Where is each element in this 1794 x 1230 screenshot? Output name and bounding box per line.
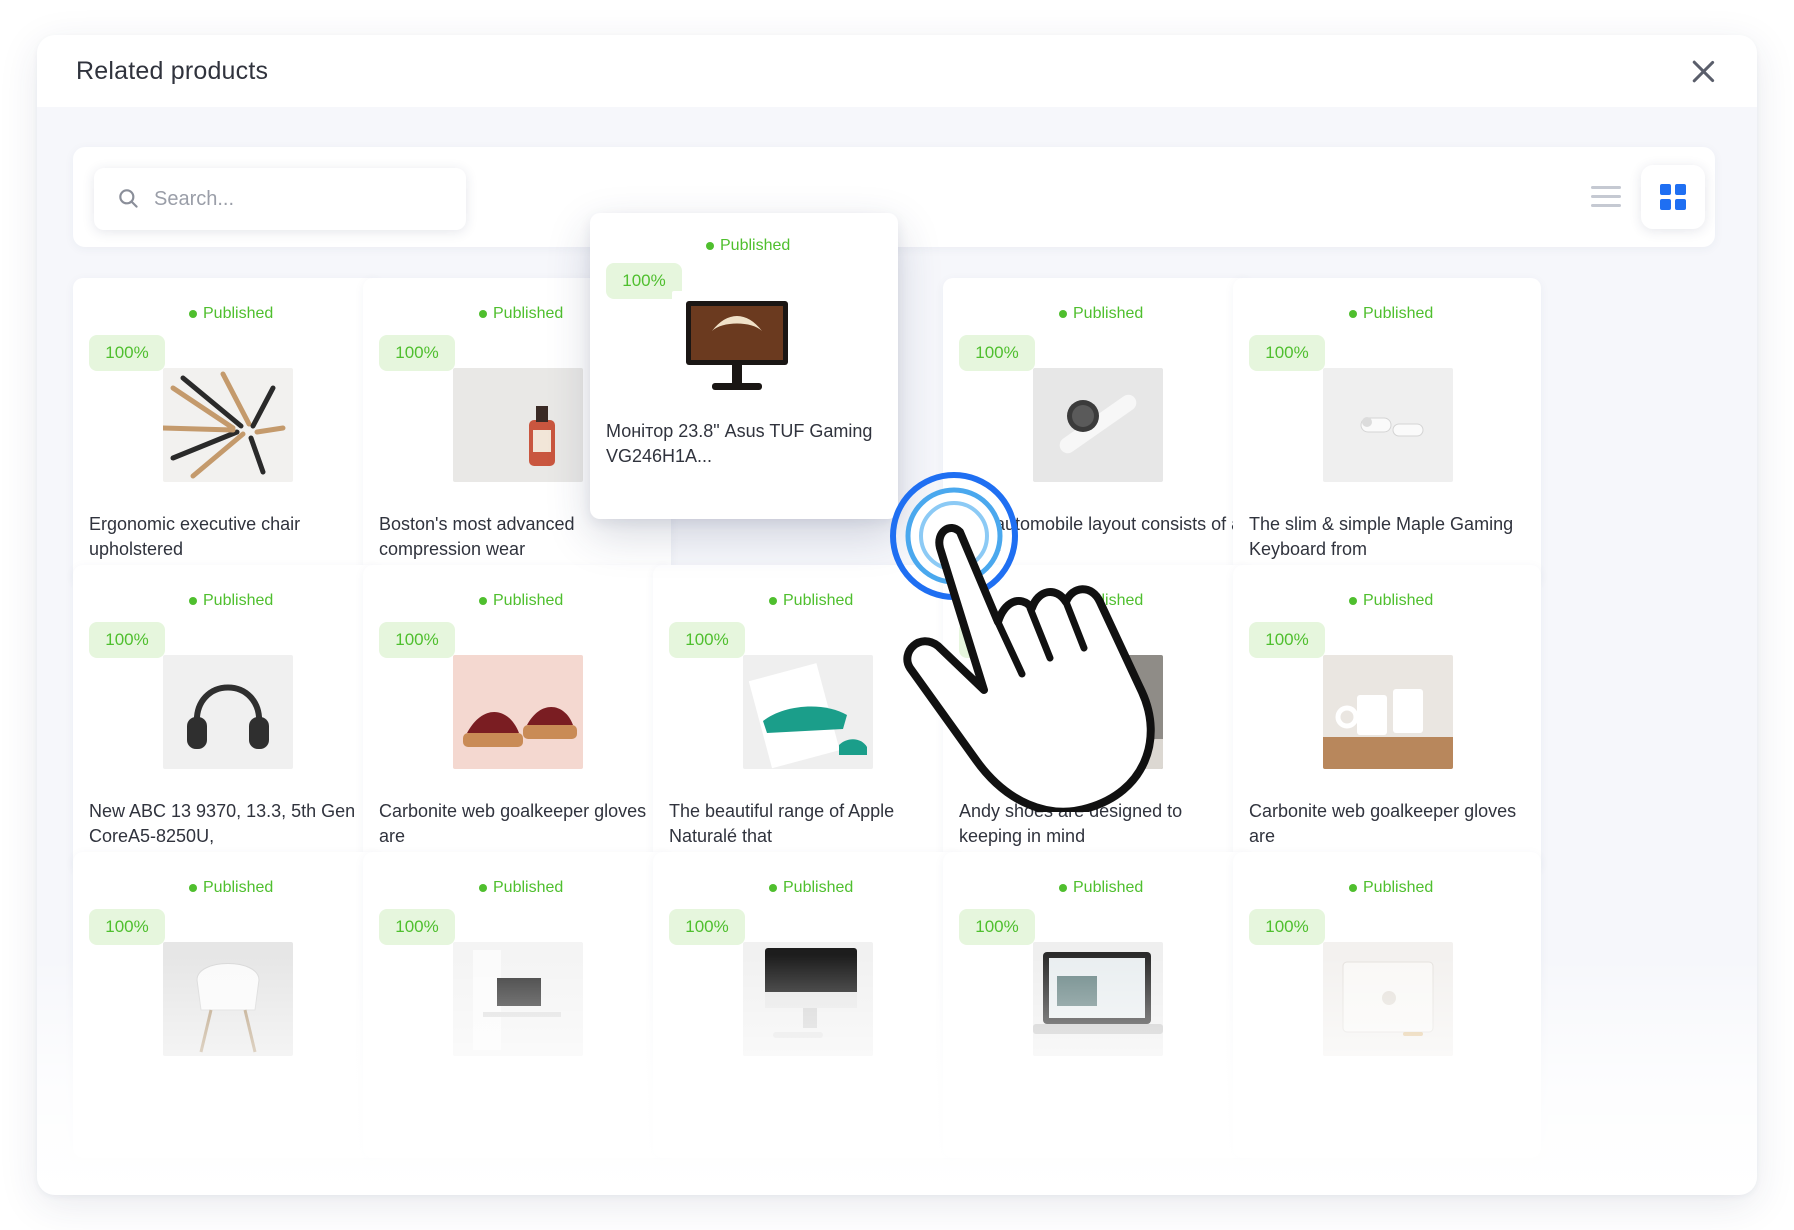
product-image xyxy=(1033,942,1163,1056)
product-card[interactable]: Published 100% xyxy=(363,852,671,1158)
status-dot xyxy=(769,597,777,605)
status-published: Published xyxy=(769,879,853,897)
status-published: Published xyxy=(479,592,563,610)
product-image xyxy=(1323,942,1453,1056)
status-published: Published xyxy=(189,305,273,323)
status-dot xyxy=(1059,310,1067,318)
status-dot xyxy=(479,884,487,892)
hand-pointer-icon xyxy=(890,472,1155,812)
status-published: Published xyxy=(1349,879,1433,897)
completion-badge: 100% xyxy=(89,335,165,371)
product-image xyxy=(163,368,293,482)
status-dot xyxy=(189,884,197,892)
completion-badge: 100% xyxy=(89,909,165,945)
completion-badge: 100% xyxy=(669,622,745,658)
product-title: Монітор 23.8" Asus TUF Gaming VG246H1A..… xyxy=(606,421,873,466)
status-published: Published xyxy=(189,592,273,610)
product-title: Carbonite web goalkeeper gloves are xyxy=(379,801,647,846)
product-image xyxy=(163,655,293,769)
product-title: Boston's most advanced compression wear xyxy=(379,514,575,559)
product-image xyxy=(1323,368,1453,482)
status-label: Published xyxy=(493,879,564,896)
status-published: Published xyxy=(1349,305,1433,323)
status-published: Published xyxy=(1059,879,1143,897)
product-image xyxy=(453,655,583,769)
product-card[interactable]: Published 100% xyxy=(1233,852,1541,1158)
product-title: Carbonite web goalkeeper gloves are xyxy=(1249,801,1517,846)
product-card[interactable]: Published 100% xyxy=(653,852,961,1158)
status-published: Published xyxy=(1059,305,1143,323)
status-published: Published xyxy=(1349,592,1433,610)
status-dot xyxy=(1349,310,1357,318)
status-published: Published xyxy=(479,879,563,897)
product-image xyxy=(453,368,583,482)
status-dot xyxy=(1059,884,1067,892)
status-dot xyxy=(1349,884,1357,892)
product-card[interactable]: Published 100% Ergonomic executive chair u… xyxy=(73,278,381,584)
status-dot xyxy=(189,310,197,318)
product-title: New ABC 13 9370, 13.3, 5th Gen CoreA5-82… xyxy=(89,801,356,846)
product-card[interactable]: Published 100% Монітор 23.8" Asus TUF Gami… xyxy=(590,213,898,519)
status-published: Published xyxy=(479,305,563,323)
product-image xyxy=(1323,655,1453,769)
status-label: Published xyxy=(783,879,854,896)
status-label: Published xyxy=(493,305,564,322)
status-published: Published xyxy=(769,592,853,610)
status-label: Published xyxy=(493,592,564,609)
completion-badge: 100% xyxy=(89,622,165,658)
status-label: Published xyxy=(720,237,791,254)
status-label: Published xyxy=(203,879,274,896)
product-image xyxy=(163,942,293,1056)
status-label: Published xyxy=(203,305,274,322)
status-published: Published xyxy=(706,237,790,255)
product-title: The slim & simple Maple Gaming Keyboard … xyxy=(1249,514,1514,559)
completion-badge: 100% xyxy=(1249,622,1325,658)
status-label: Published xyxy=(1363,305,1434,322)
completion-badge: 100% xyxy=(379,909,455,945)
status-dot xyxy=(189,597,197,605)
completion-badge: 100% xyxy=(1249,909,1325,945)
product-card[interactable]: Published 100% xyxy=(943,852,1251,1158)
product-card[interactable]: Published 100% Carbonite web goalkeeper gl… xyxy=(1233,565,1541,871)
product-title: Ergonomic executive chair upholstered xyxy=(89,514,301,559)
status-label: Published xyxy=(783,592,854,609)
product-card[interactable]: Published 100% The slim & simple Maple Gam… xyxy=(1233,278,1541,584)
product-card[interactable]: Published 100% Carbonite web goalkeeper gl… xyxy=(363,565,671,871)
status-label: Published xyxy=(1073,879,1144,896)
completion-badge: 100% xyxy=(379,335,455,371)
status-label: Published xyxy=(1363,592,1434,609)
status-label: Published xyxy=(1073,305,1144,322)
completion-badge: 100% xyxy=(959,335,1035,371)
status-label: Published xyxy=(203,592,274,609)
product-image xyxy=(453,942,583,1056)
status-dot xyxy=(706,242,714,250)
completion-badge: 100% xyxy=(669,909,745,945)
product-image xyxy=(743,655,873,769)
status-label: Published xyxy=(1363,879,1434,896)
product-image xyxy=(672,291,802,405)
completion-badge: 100% xyxy=(606,263,682,299)
status-dot xyxy=(1349,597,1357,605)
status-dot xyxy=(769,884,777,892)
completion-badge: 100% xyxy=(1249,335,1325,371)
product-image xyxy=(743,942,873,1056)
status-published: Published xyxy=(189,879,273,897)
status-dot xyxy=(479,310,487,318)
product-card[interactable]: Published 100% xyxy=(73,852,381,1158)
completion-badge: 100% xyxy=(379,622,455,658)
completion-badge: 100% xyxy=(959,909,1035,945)
status-dot xyxy=(479,597,487,605)
product-card[interactable]: Published 100% New ABC 13 9370, 13.3, 5th … xyxy=(73,565,381,871)
